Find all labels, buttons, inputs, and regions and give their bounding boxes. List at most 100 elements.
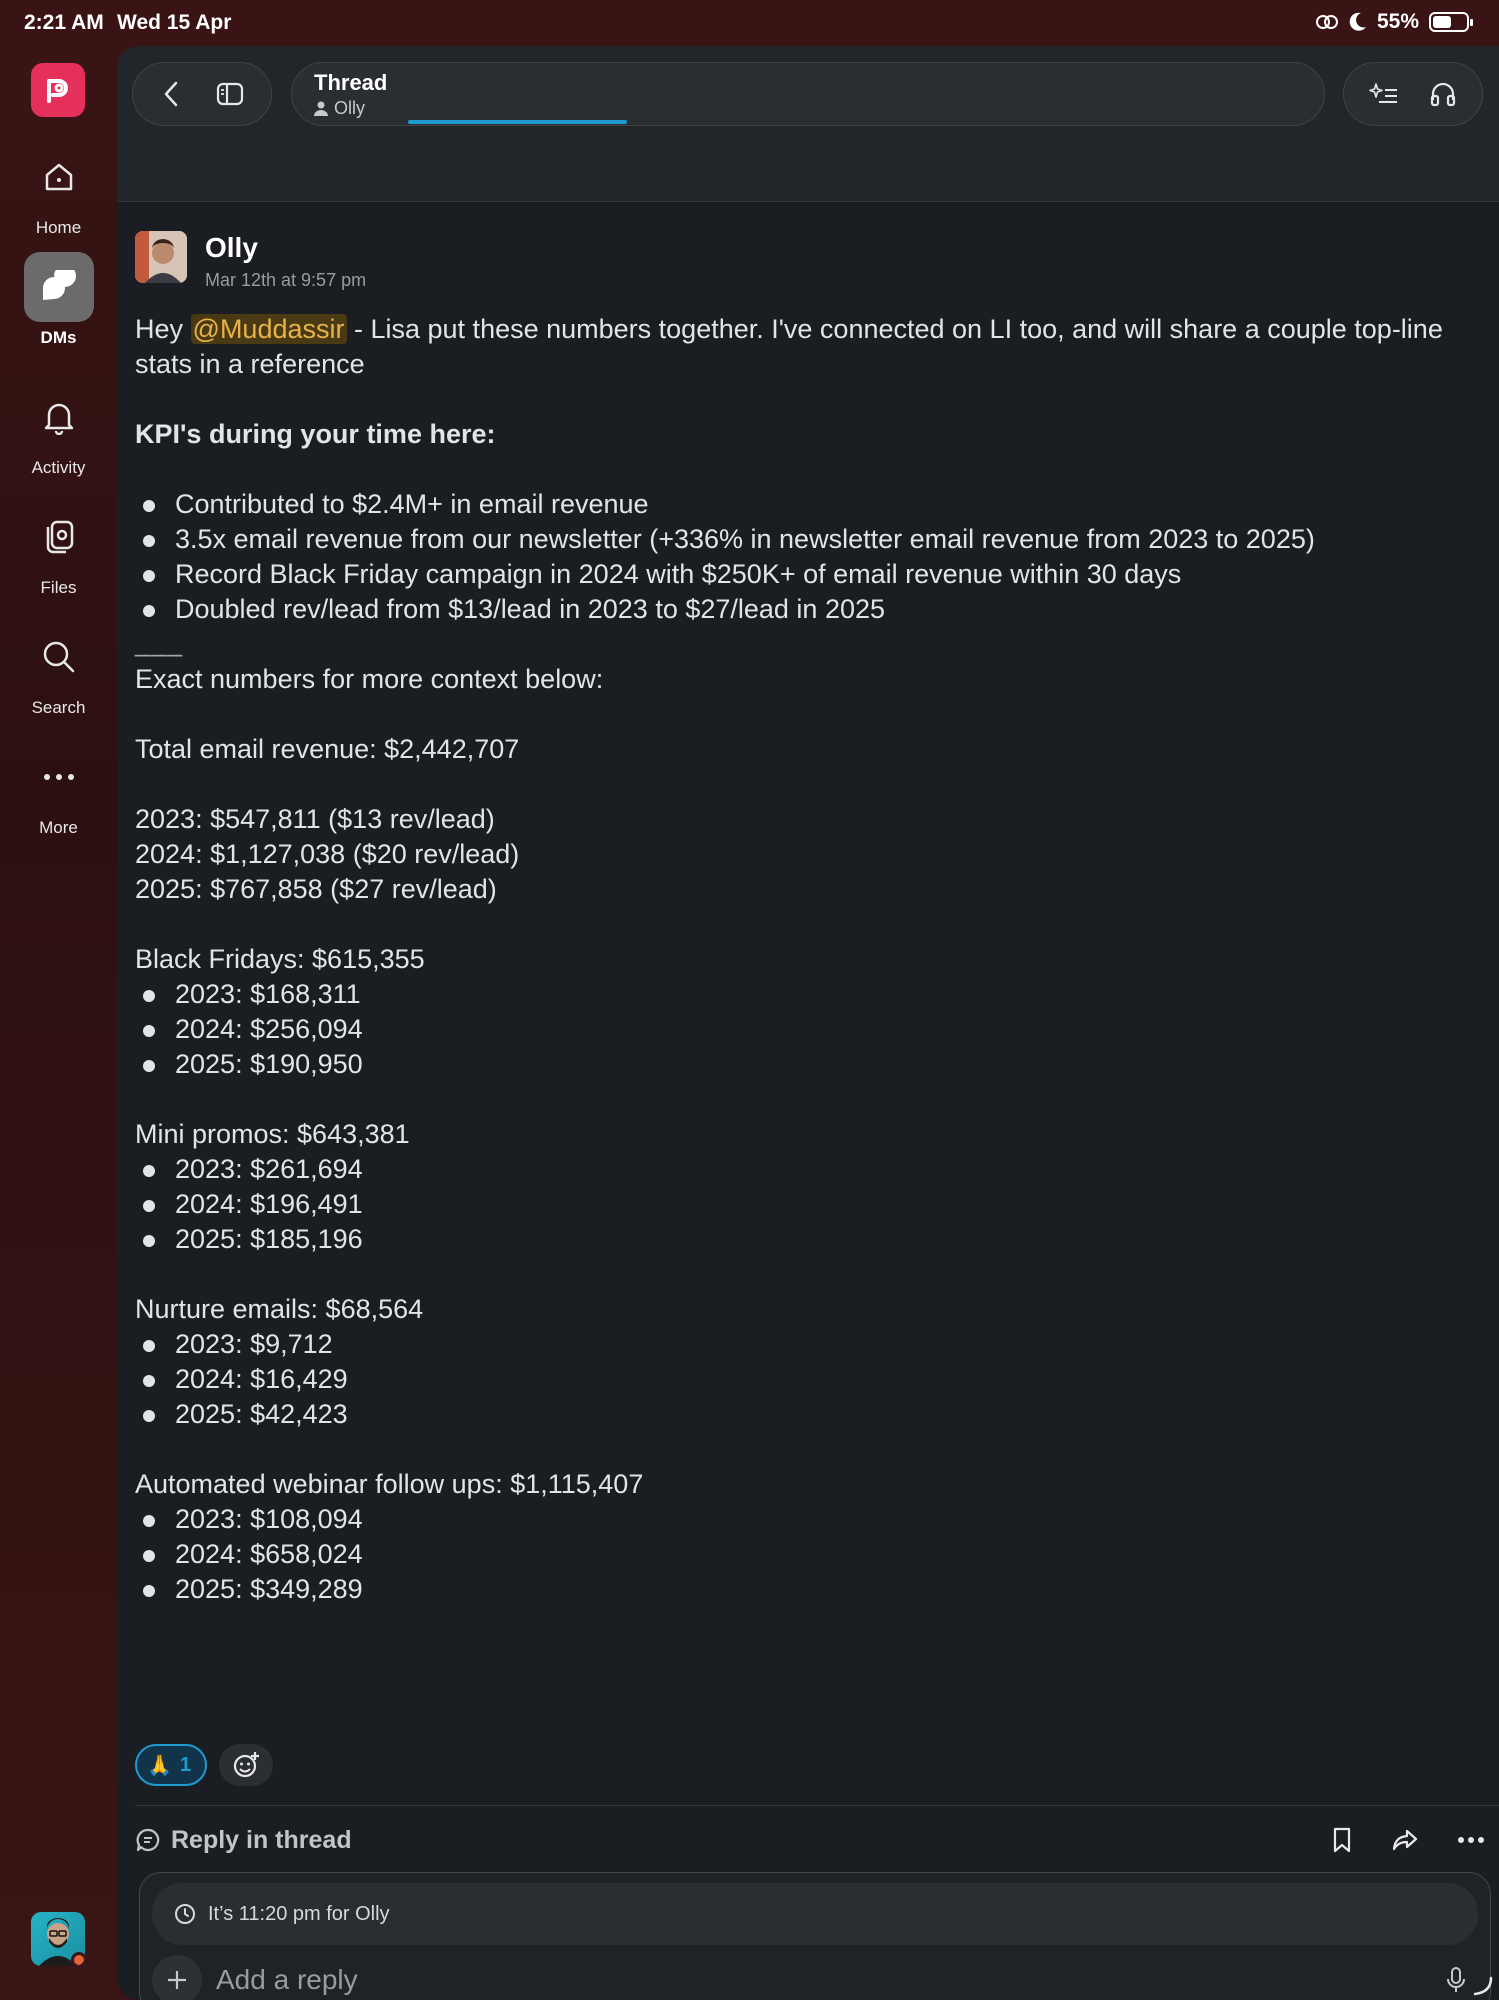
reactions-bar: 🙏 1 xyxy=(135,1744,274,1786)
nurture-list: 2023: $9,712 2024: $16,429 2025: $42,423 xyxy=(135,1327,1485,1432)
list-item: Contributed to $2.4M+ in email revenue xyxy=(135,487,1485,522)
link-icon xyxy=(1315,13,1339,31)
sidebar-item-more[interactable]: More xyxy=(0,742,117,838)
sidebar-item-label: More xyxy=(39,818,78,837)
sidebar-item-label: Activity xyxy=(31,458,86,477)
profile-avatar[interactable] xyxy=(31,1912,85,1966)
battery-percent: 55% xyxy=(1376,10,1419,33)
plus-icon xyxy=(166,1969,188,1991)
status-bar: 2:21 AM Wed 15 Apr 55% xyxy=(0,0,1499,46)
sidebar-item-label: Files xyxy=(40,578,77,597)
bell-icon xyxy=(24,382,94,452)
reply-composer: It’s 11:20 pm for Olly xyxy=(139,1872,1491,2000)
mini-promos-title: Mini promos: $643,381 xyxy=(135,1119,410,1149)
list-item: 2025: $185,196 xyxy=(135,1222,1485,1257)
kpi-heading: KPI's during your time here: xyxy=(135,419,496,449)
mini-promos-list: 2023: $261,694 2024: $196,491 2025: $185… xyxy=(135,1152,1485,1257)
list-item: 2024: $196,491 xyxy=(135,1187,1485,1222)
presence-dot xyxy=(71,1952,85,1966)
local-time-banner: It’s 11:20 pm for Olly xyxy=(152,1883,1478,1945)
search-icon xyxy=(24,622,94,692)
sidebar-item-label: Search xyxy=(31,698,86,717)
main-panel: Thread Olly Olly Mar 12th at 9:57 pm Hey… xyxy=(117,46,1499,2000)
sidebar-item-home[interactable]: Home xyxy=(0,142,117,238)
message-intro: Hey @Muddassir - Lisa put these numbers … xyxy=(135,314,1443,379)
status-time: 2:21 AM xyxy=(24,11,104,34)
webinar-title: Automated webinar follow ups: $1,115,407 xyxy=(135,1469,644,1499)
context-line: Exact numbers for more context below: xyxy=(135,664,604,694)
list-item: 2025: $42,423 xyxy=(135,1397,1485,1432)
sidebar-item-label: DMs xyxy=(40,328,77,347)
battery-icon xyxy=(1429,12,1473,32)
sidebar-toggle-icon[interactable] xyxy=(216,82,244,106)
moon-icon xyxy=(1349,12,1367,32)
list-item: 2023: $108,094 xyxy=(135,1502,1485,1537)
resize-handle-icon xyxy=(1473,1976,1493,1996)
list-item: 2024: $16,429 xyxy=(135,1362,1485,1397)
attach-button[interactable] xyxy=(152,1955,202,2000)
microphone-icon[interactable] xyxy=(1446,1966,1466,1994)
reaction-count: 1 xyxy=(179,1753,192,1776)
total-revenue: Total email revenue: $2,442,707 xyxy=(135,734,520,764)
add-reaction-button[interactable] xyxy=(219,1744,274,1786)
more-actions-icon[interactable] xyxy=(1457,1836,1485,1844)
dms-icon xyxy=(23,252,94,322)
header-actions xyxy=(1343,62,1483,126)
list-item: 2023: $261,694 xyxy=(135,1152,1485,1187)
list-item: Doubled rev/lead from $13/lead in 2023 t… xyxy=(135,592,1485,627)
reply-input[interactable] xyxy=(216,1964,1446,1996)
sidebar-item-activity[interactable]: Activity xyxy=(0,382,117,478)
bookmark-icon[interactable] xyxy=(1331,1826,1353,1854)
sidebar: Home DMs Activity Files Search More xyxy=(0,46,117,2000)
user-mention[interactable]: @Muddassir xyxy=(190,314,347,344)
reaction-pill[interactable]: 🙏 1 xyxy=(135,1744,208,1786)
workspace-logo[interactable] xyxy=(31,63,85,117)
separator: ___ xyxy=(135,627,184,657)
list-item: 2025: $190,950 xyxy=(135,1047,1485,1082)
sidebar-item-search[interactable]: Search xyxy=(0,622,117,718)
reply-in-thread-label: Reply in thread xyxy=(171,1825,352,1854)
reply-input-row xyxy=(152,1953,1478,2000)
message-author[interactable]: Olly xyxy=(205,232,258,264)
message-body: Hey @Muddassir - Lisa put these numbers … xyxy=(135,312,1485,1607)
battery-level xyxy=(1433,16,1451,28)
black-fridays-title: Black Fridays: $615,355 xyxy=(135,944,425,974)
thread-subtitle: Olly xyxy=(314,98,365,119)
nurture-title: Nurture emails: $68,564 xyxy=(135,1294,424,1324)
back-button[interactable] xyxy=(161,79,181,109)
headphones-icon[interactable] xyxy=(1429,80,1457,108)
list-item: 2023: $9,712 xyxy=(135,1327,1485,1362)
thread-icon xyxy=(135,1827,161,1853)
thread-participant: Olly xyxy=(334,97,365,118)
nav-controls xyxy=(132,62,272,126)
ai-summary-icon[interactable] xyxy=(1369,81,1399,107)
sidebar-item-files[interactable]: Files xyxy=(0,502,117,598)
sidebar-item-dms[interactable]: DMs xyxy=(0,252,117,348)
reaction-emoji: 🙏 xyxy=(147,1754,172,1777)
header-bar: Thread Olly xyxy=(117,46,1499,202)
year-line: 2024: $1,127,038 ($20 rev/lead) xyxy=(135,839,520,869)
list-item: 2025: $349,289 xyxy=(135,1572,1485,1607)
add-emoji-icon xyxy=(232,1751,260,1779)
local-time-text: It’s 11:20 pm for Olly xyxy=(208,1902,390,1925)
list-item: 2024: $256,094 xyxy=(135,1012,1485,1047)
divider xyxy=(135,1805,1499,1806)
share-icon[interactable] xyxy=(1391,1827,1419,1853)
files-icon xyxy=(24,502,94,572)
reply-in-thread-button[interactable]: Reply in thread xyxy=(135,1826,352,1855)
list-item: 2024: $658,024 xyxy=(135,1537,1485,1572)
person-icon xyxy=(314,101,328,116)
page-title: Thread xyxy=(314,69,388,95)
year-line: 2023: $547,811 ($13 rev/lead) xyxy=(135,804,495,834)
black-fridays-list: 2023: $168,311 2024: $256,094 2025: $190… xyxy=(135,977,1485,1082)
message-timestamp[interactable]: Mar 12th at 9:57 pm xyxy=(205,270,366,291)
thread-title-pill[interactable]: Thread Olly xyxy=(291,62,1325,126)
author-avatar[interactable] xyxy=(135,231,187,283)
list-item: 2023: $168,311 xyxy=(135,977,1485,1012)
list-item: 3.5x email revenue from our newsletter (… xyxy=(135,522,1485,557)
sidebar-item-label: Home xyxy=(35,218,82,237)
webinar-list: 2023: $108,094 2024: $658,024 2025: $349… xyxy=(135,1502,1485,1607)
more-icon xyxy=(24,742,94,812)
list-item: Record Black Friday campaign in 2024 wit… xyxy=(135,557,1485,592)
status-date: Wed 15 Apr xyxy=(117,11,232,34)
